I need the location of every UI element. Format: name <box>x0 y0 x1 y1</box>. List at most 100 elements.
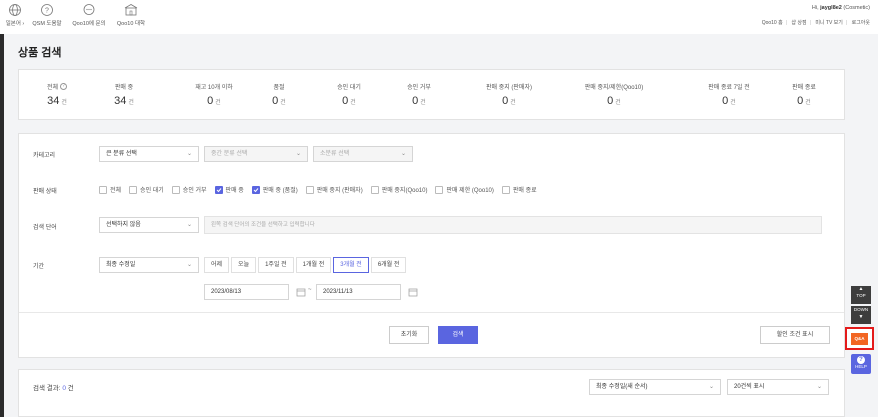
stat-unit: 건 <box>61 100 67 106</box>
chevron-down-icon: ⌄ <box>186 262 192 268</box>
svg-text:?: ? <box>45 8 49 15</box>
checkbox-icon[interactable] <box>370 185 379 194</box>
arrow-down-icon: ▼ <box>858 314 864 320</box>
status-checkbox[interactable]: 전체 <box>99 185 121 194</box>
result-count-unit: 건 <box>65 385 74 392</box>
school-icon <box>124 3 138 17</box>
status-checkbox-label: 판매 종료 <box>512 188 537 194</box>
status-checkbox-group: 전체 승인 대기 승인 거부 판매 중 판매 중 (품절) 판매 중지 (판매자) 판매 중… <box>99 185 545 194</box>
contact-qoo10-link[interactable]: Qoo10에 문의 <box>70 3 108 27</box>
stat-value: 0 <box>502 95 509 107</box>
qoo10-university-link[interactable]: Qoo10 대학 <box>114 3 148 27</box>
status-checkbox[interactable]: 판매 중 (품절) <box>251 185 298 194</box>
question-icon: ? <box>40 3 54 17</box>
stat-value: 0 <box>272 95 279 107</box>
sort-select[interactable]: 최종 수정일(새 순서) ⌄ <box>589 379 721 395</box>
date-from-input[interactable]: 2023/08/13 <box>204 284 306 300</box>
calendar-icon[interactable] <box>408 287 418 297</box>
stat-on-sale[interactable]: 판매 중 34 건 <box>99 82 149 107</box>
help-button[interactable]: ? HELP <box>851 354 871 374</box>
stat-value: 0 <box>607 95 614 107</box>
language-menu[interactable]: 일본어 › <box>4 3 26 27</box>
chevron-down-icon: ⌄ <box>186 151 192 157</box>
qa-button[interactable]: Q&A <box>851 333 868 345</box>
checkbox-checked-icon[interactable] <box>251 185 260 194</box>
stat-ending-7days[interactable]: 판매 종료 7일 전 0건 <box>694 82 764 107</box>
checkbox-icon[interactable] <box>501 185 510 194</box>
calendar-icon[interactable] <box>296 287 306 297</box>
stat-low-stock[interactable]: 재고 10개 이하 0건 <box>174 82 254 107</box>
status-checkbox-label: 판매 중 (품절) <box>262 188 298 194</box>
status-checkbox[interactable]: 판매 중 <box>214 185 244 194</box>
page-size-select[interactable]: 20건씩 표시 ⌄ <box>727 379 829 395</box>
category-medium-select[interactable]: 중간 분류 선택 ⌄ <box>204 146 308 162</box>
keyword-input[interactable]: 왼쪽 검색 단어의 조건을 선택하고 입력합니다 <box>204 216 822 234</box>
keyword-type-value: 선택하지 않음 <box>106 222 141 228</box>
scroll-down-button[interactable]: DOWN ▼ <box>851 306 871 324</box>
stat-unit: 건 <box>730 100 736 106</box>
period-button[interactable]: 오늘 <box>231 257 257 273</box>
stat-label: 품절 <box>273 85 285 91</box>
qa-button-highlight: Q&A <box>845 327 874 350</box>
stat-unit: 건 <box>420 100 426 106</box>
checkbox-icon[interactable] <box>129 185 138 194</box>
scroll-top-button[interactable]: ▲ TOP <box>851 286 871 304</box>
status-checkbox-label: 승인 거부 <box>182 188 207 194</box>
logout-link[interactable]: 로그아웃 <box>852 20 870 26</box>
help-icon[interactable]: ? <box>60 83 68 90</box>
stat-all[interactable]: 전체? 34 건 <box>29 82 85 107</box>
language-label: 일본어 › <box>5 21 25 27</box>
header-links: Qoo10 홈 | 샵 상점 | 미니 TV 보기 | 로그아웃 <box>761 20 870 26</box>
stat-stopped-seller[interactable]: 판매 중지 (판매자) 0건 <box>469 82 549 107</box>
stat-unit: 건 <box>128 100 134 106</box>
status-checkbox[interactable]: 판매 중지(Qoo10) <box>370 185 428 194</box>
chevron-down-icon: ⌄ <box>816 384 822 390</box>
result-title: 검색 결과: <box>33 385 63 392</box>
status-checkbox-label: 판매 중지(Qoo10) <box>381 188 428 194</box>
stat-value: 0 <box>207 95 214 107</box>
period-button[interactable]: 어제 <box>204 257 230 273</box>
qoo10-home-link[interactable]: Qoo10 홈 <box>762 20 783 26</box>
stat-value: 34 <box>47 95 60 107</box>
status-checkbox[interactable]: 판매 중지 (판매자) <box>305 185 363 194</box>
show-discount-button[interactable]: 할인 조건 표시 <box>760 326 830 344</box>
stat-rejected[interactable]: 승인 거부 0건 <box>394 82 444 107</box>
date-from-value: 2023/08/13 <box>211 289 242 295</box>
date-to-input[interactable]: 2023/11/13 <box>316 284 418 300</box>
reset-button[interactable]: 초기화 <box>389 326 429 344</box>
checkbox-icon[interactable] <box>435 185 444 194</box>
page-size-value: 20건씩 표시 <box>734 384 765 390</box>
period-button[interactable]: 3개월 전 <box>333 257 369 273</box>
status-checkbox-label: 판매 제한 (Qoo10) <box>446 188 494 194</box>
category-label: 카테고리 <box>33 153 56 159</box>
stat-label: 판매 중지 (판매자) <box>486 85 532 91</box>
search-button[interactable]: 검색 <box>438 326 478 344</box>
page-title: 상품 검색 <box>18 47 62 59</box>
status-checkbox[interactable]: 승인 거부 <box>171 185 207 194</box>
period-label: 기간 <box>33 264 45 270</box>
category-small-select[interactable]: 소분류 선택 ⌄ <box>313 146 413 162</box>
stat-ended[interactable]: 판매 종료 0건 <box>779 82 829 107</box>
period-button[interactable]: 1주일 전 <box>258 257 294 273</box>
stat-stopped-qoo10[interactable]: 판매 중지/제한(Qoo10) 0건 <box>569 82 659 107</box>
arrow-up-icon: ▲ <box>858 286 864 292</box>
keyword-type-select[interactable]: 선택하지 않음 ⌄ <box>99 217 199 233</box>
shop-link[interactable]: 샵 상점 <box>791 20 806 26</box>
checkbox-checked-icon[interactable] <box>214 185 223 194</box>
stat-unit: 건 <box>805 100 811 106</box>
stat-unit: 건 <box>280 100 286 106</box>
status-checkbox[interactable]: 판매 종료 <box>501 185 537 194</box>
checkbox-icon[interactable] <box>99 185 107 194</box>
qsm-help-link[interactable]: ? QSM 도움말 <box>30 3 64 27</box>
checkbox-icon[interactable] <box>171 185 180 194</box>
stat-sold-out[interactable]: 품절 0건 <box>259 82 299 107</box>
period-button[interactable]: 6개월 전 <box>370 257 407 273</box>
checkbox-icon[interactable] <box>305 185 314 194</box>
period-button[interactable]: 1개월 전 <box>295 257 332 273</box>
status-checkbox[interactable]: 판매 제한 (Qoo10) <box>435 185 494 194</box>
category-large-select[interactable]: 큰 분류 선택 ⌄ <box>99 146 199 162</box>
status-checkbox[interactable]: 승인 대기 <box>129 185 164 194</box>
stat-pending-approval[interactable]: 승인 대기 0건 <box>324 82 374 107</box>
period-type-select[interactable]: 최종 수정일 ⌄ <box>99 257 199 273</box>
mini-tv-link[interactable]: 미니 TV 보기 <box>815 20 843 26</box>
